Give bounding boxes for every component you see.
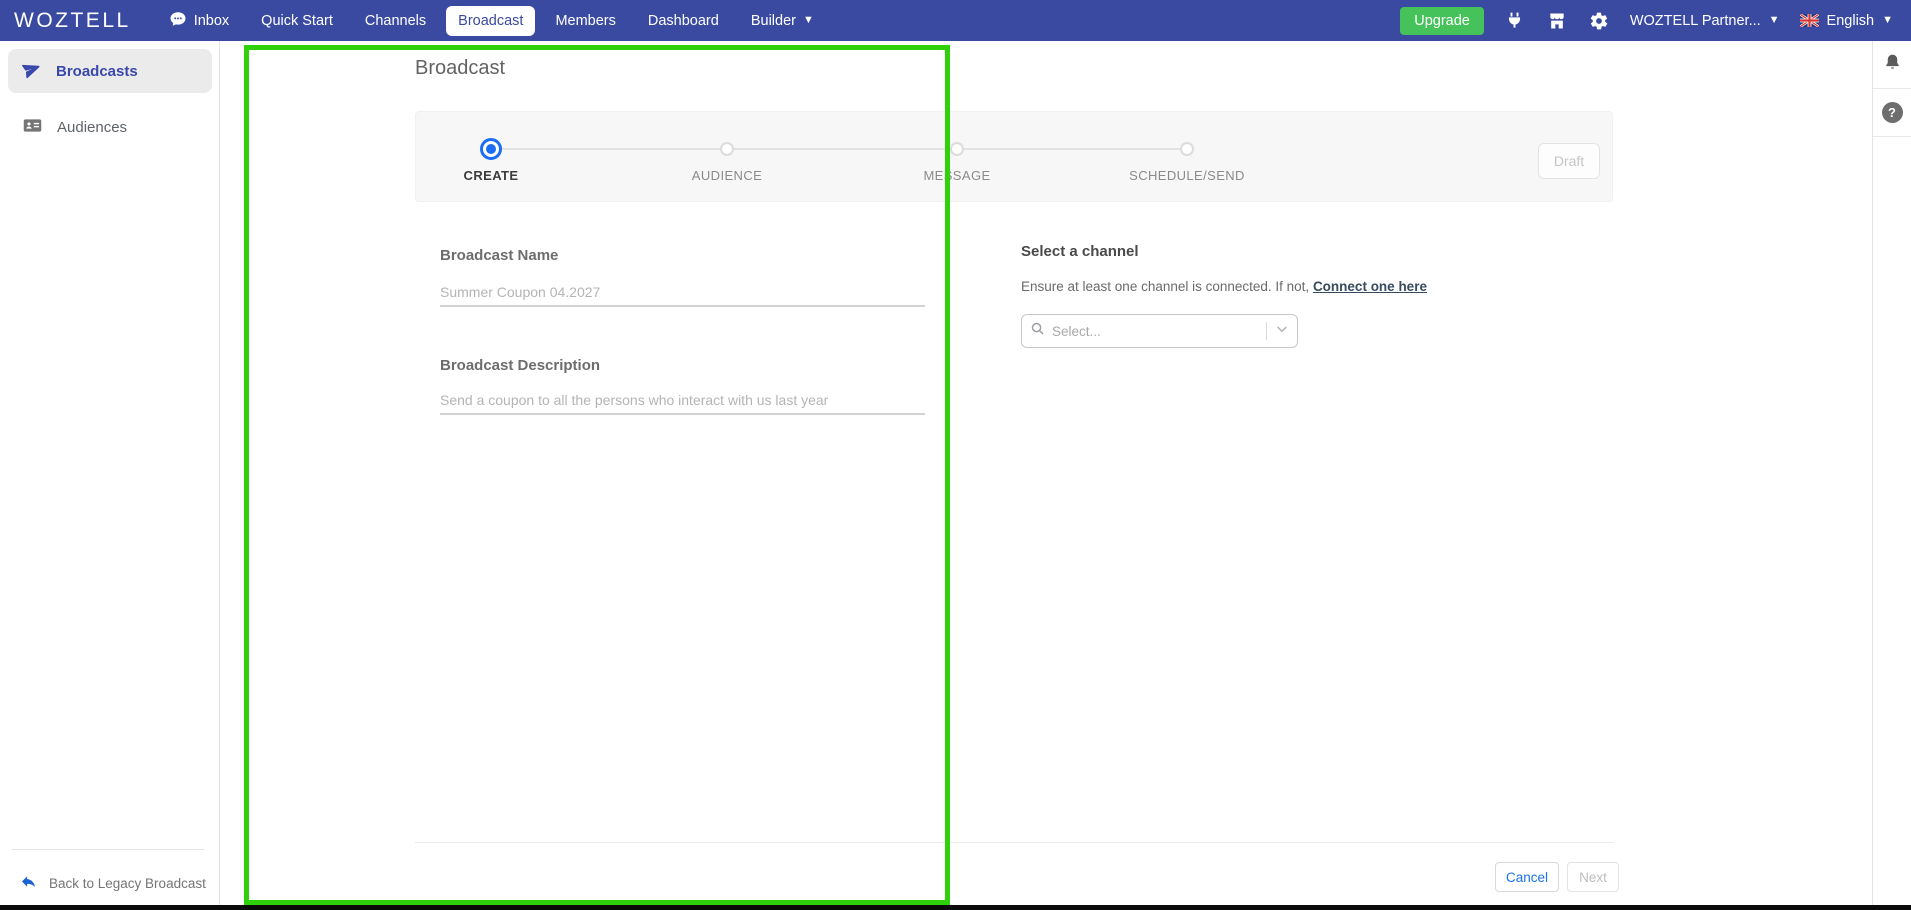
chevron-down-icon: ▼ (803, 15, 814, 26)
sidebar-item-broadcasts[interactable]: Broadcasts (8, 49, 212, 93)
back-link-label: Back to Legacy Broadcast (49, 876, 206, 891)
gear-icon[interactable] (1588, 10, 1610, 32)
back-to-legacy-link[interactable]: Back to Legacy Broadcast (20, 873, 206, 893)
upgrade-button[interactable]: Upgrade (1400, 7, 1484, 35)
nav-item-members[interactable]: Members (543, 6, 627, 36)
nav-item-builder[interactable]: Builder ▼ (739, 6, 826, 36)
language-label: English (1827, 13, 1875, 29)
sidebar-item-label: Broadcasts (56, 63, 138, 80)
send-icon (22, 59, 42, 83)
plug-icon[interactable] (1504, 10, 1526, 32)
contacts-icon (22, 115, 43, 140)
sidebar-item-label: Audiences (57, 119, 127, 136)
sidebar-item-audiences[interactable]: Audiences (8, 105, 212, 149)
status-badge-draft: Draft (1538, 143, 1600, 179)
nav-item-quick-start[interactable]: Quick Start (249, 6, 345, 36)
connect-channel-link[interactable]: Connect one here (1313, 279, 1427, 294)
select-placeholder: Select... (1052, 324, 1266, 339)
step-label-create: CREATE (401, 168, 581, 183)
nav-item-broadcast[interactable]: Broadcast (446, 6, 535, 36)
step-create-radio-icon[interactable] (480, 138, 502, 160)
next-button[interactable]: Next (1567, 862, 1619, 892)
reply-icon (20, 873, 37, 893)
step-label-audience: AUDIENCE (637, 168, 817, 183)
nav-item-dashboard[interactable]: Dashboard (636, 6, 731, 36)
woztell-logo[interactable]: WOZTELL (14, 9, 131, 33)
chevron-down-icon (1275, 322, 1289, 341)
account-menu[interactable]: WOZTELL Partner... ▼ (1630, 13, 1780, 29)
search-icon (1030, 321, 1045, 341)
step-label-message: MESSAGE (867, 168, 1047, 183)
bell-icon (1883, 53, 1902, 77)
nav-item-label: Broadcast (458, 13, 523, 29)
channel-helper-text: Ensure at least one channel is connected… (1021, 279, 1427, 294)
screen: WOZTELL Inbox Quick Start Channels Broad… (0, 0, 1911, 910)
nav-item-inbox[interactable]: Inbox (157, 3, 241, 39)
navbar: WOZTELL Inbox Quick Start Channels Broad… (0, 0, 1911, 41)
nav-item-label: Builder (751, 13, 796, 29)
right-rail: ? (1872, 41, 1911, 905)
stepper-card: CREATE AUDIENCE MESSAGE SCHEDULE/SEND Dr… (415, 111, 1613, 202)
broadcast-description-input[interactable] (440, 387, 925, 415)
select-divider (1266, 322, 1267, 340)
broadcast-description-label: Broadcast Description (440, 357, 600, 374)
stepper-connector-line (491, 148, 1187, 150)
broadcast-name-label: Broadcast Name (440, 247, 558, 264)
main-content: Broadcast CREATE AUDIENCE MESSAGE SCHEDU… (220, 41, 1872, 905)
channel-select[interactable]: Select... (1021, 314, 1298, 348)
uk-flag-icon (1800, 14, 1819, 27)
nav-item-label: Channels (365, 13, 426, 29)
step-label-schedule-send: SCHEDULE/SEND (1097, 168, 1277, 183)
broadcast-name-input[interactable] (440, 279, 925, 307)
screen-bottom-edge (0, 905, 1911, 910)
marketplace-icon[interactable] (1546, 10, 1568, 32)
nav-item-label: Quick Start (261, 13, 333, 29)
nav-items: Inbox Quick Start Channels Broadcast Mem… (157, 3, 826, 39)
step-message-dot-icon[interactable] (950, 142, 964, 156)
footer-divider (415, 842, 1613, 843)
page-title: Broadcast (415, 57, 505, 80)
nav-item-label: Inbox (194, 13, 229, 29)
notifications-bell-button[interactable] (1873, 41, 1911, 89)
navbar-right: Upgrade WOZTELL Partner... ▼ English ▼ (1400, 7, 1901, 35)
nav-item-channels[interactable]: Channels (353, 6, 438, 36)
nav-item-label: Dashboard (648, 13, 719, 29)
step-schedule-dot-icon[interactable] (1180, 142, 1194, 156)
sidebar-divider (12, 849, 204, 850)
channel-section-title: Select a channel (1021, 243, 1139, 260)
question-icon: ? (1882, 102, 1903, 123)
account-label: WOZTELL Partner... (1630, 13, 1761, 29)
chevron-down-icon: ▼ (1769, 15, 1780, 26)
cancel-button[interactable]: Cancel (1495, 862, 1559, 892)
channel-helper-prefix: Ensure at least one channel is connected… (1021, 279, 1313, 294)
nav-item-label: Members (555, 13, 615, 29)
sidebar: Broadcasts Audiences Back to Legacy Broa… (0, 41, 220, 905)
chevron-down-icon: ▼ (1882, 15, 1893, 26)
step-audience-dot-icon[interactable] (720, 142, 734, 156)
chat-bubble-icon (169, 10, 187, 32)
language-menu[interactable]: English ▼ (1800, 13, 1893, 29)
help-button[interactable]: ? (1873, 89, 1911, 137)
